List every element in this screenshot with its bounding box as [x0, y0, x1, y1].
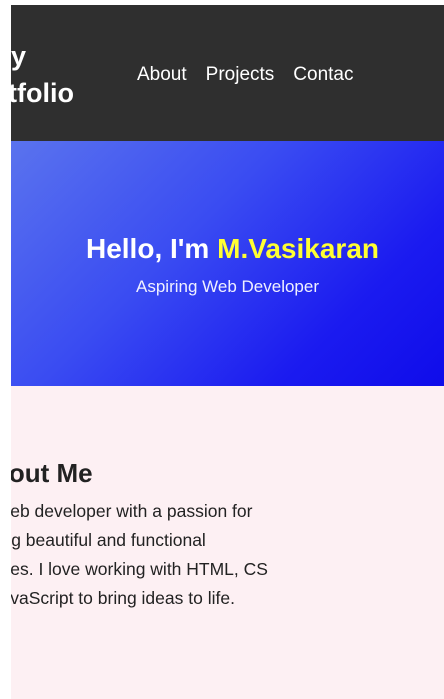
about-text-line: l JavaScript to bring ideas to life.: [11, 588, 235, 608]
hero-subtitle: Aspiring Web Developer: [136, 277, 319, 296]
site-header: y ortfolio AboutProjectsContac: [11, 5, 444, 141]
nav-link-projects[interactable]: Projects: [206, 63, 275, 87]
portfolio-page: y ortfolio AboutProjectsContac Hello, I'…: [11, 5, 444, 699]
hero-name: M.Vasikaran: [217, 233, 379, 264]
about-text-line: bsites. I love working with HTML, CS: [11, 559, 268, 579]
viewport: y ortfolio AboutProjectsContac Hello, I'…: [0, 0, 444, 699]
nav-link-about[interactable]: About: [137, 63, 187, 87]
nav-link-contact[interactable]: Contac: [293, 63, 353, 87]
about-text: a web developer with a passion for ating…: [11, 497, 444, 613]
about-text-line: a web developer with a passion for: [11, 501, 253, 521]
hero-section: Hello, I'm M.Vasikaran Aspiring Web Deve…: [11, 141, 444, 386]
main-nav: About Projects Contac: [137, 63, 373, 87]
about-text-line: ating beautiful and functional: [11, 530, 206, 550]
about-heading: bout Me: [11, 458, 93, 488]
hero-title: Hello, I'm M.Vasikaran: [11, 231, 444, 267]
about-section: bout Me a web developer with a passion f…: [11, 386, 444, 699]
hero-greeting: Hello, I'm: [85, 233, 218, 264]
